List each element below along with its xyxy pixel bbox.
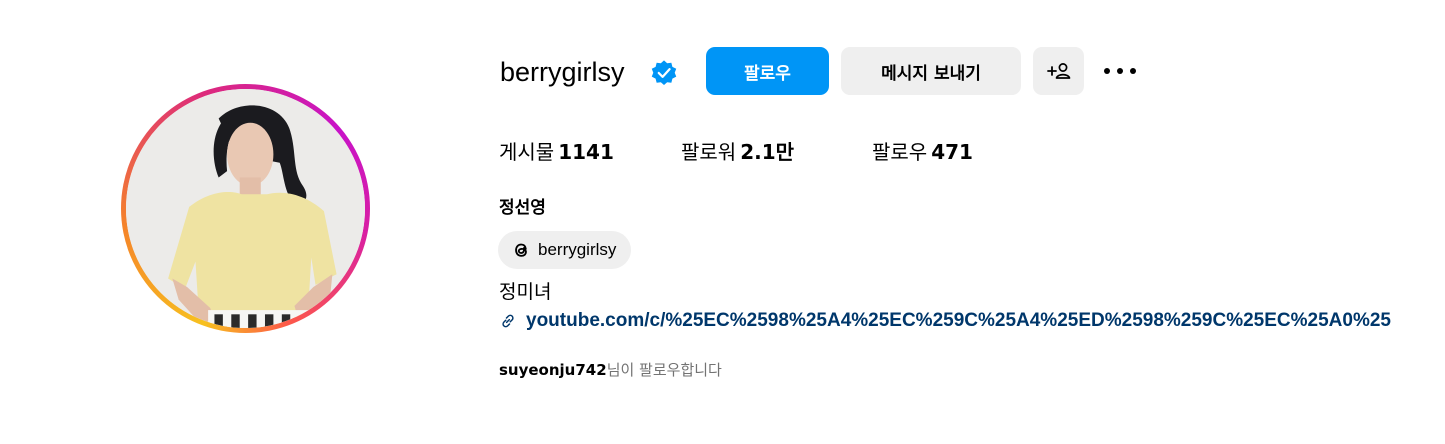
full-name: 정선영 xyxy=(499,198,546,218)
threads-handle: berrygirlsy xyxy=(538,240,617,259)
posts-count: 게시물 1141 xyxy=(499,137,614,167)
threads-icon xyxy=(515,243,527,257)
send-message-button[interactable]: 메시지 보내기 xyxy=(841,47,1021,95)
story-ring[interactable] xyxy=(121,84,370,333)
more-options-icon[interactable] xyxy=(1102,60,1138,82)
posts-value: 1141 xyxy=(558,140,614,164)
profile-avatar[interactable] xyxy=(126,89,365,328)
suggest-users-button[interactable] xyxy=(1033,47,1084,95)
followers-label: 팔로워 xyxy=(681,140,737,164)
link-icon xyxy=(502,314,514,328)
followed-by: suyeonju742님이 팔로우합니다 xyxy=(499,358,722,382)
followed-by-suffix: 님이 팔로우합니다 xyxy=(606,361,722,379)
following-count[interactable]: 팔로우 471 xyxy=(872,137,973,167)
following-label: 팔로우 xyxy=(872,140,928,164)
followers-count[interactable]: 팔로워 2.1만 xyxy=(681,137,794,167)
verified-badge-icon xyxy=(651,60,677,86)
threads-badge[interactable]: berrygirlsy xyxy=(498,231,631,269)
add-user-icon xyxy=(1046,63,1070,79)
follow-button[interactable]: 팔로우 xyxy=(706,47,829,95)
link-url[interactable]: youtube.com/c/%25EC%2598%25A4%25EC%259C%… xyxy=(526,310,1391,332)
avatar-image xyxy=(126,89,365,328)
username[interactable]: berrygirlsy xyxy=(500,55,625,89)
bio-text: 정미녀 xyxy=(499,281,552,303)
external-link[interactable]: youtube.com/c/%25EC%2598%25A4%25EC%259C%… xyxy=(499,308,1445,334)
followed-by-user[interactable]: suyeonju742 xyxy=(499,361,607,379)
posts-label: 게시물 xyxy=(499,140,555,164)
followers-value: 2.1만 xyxy=(740,140,795,164)
following-value: 471 xyxy=(931,140,973,164)
